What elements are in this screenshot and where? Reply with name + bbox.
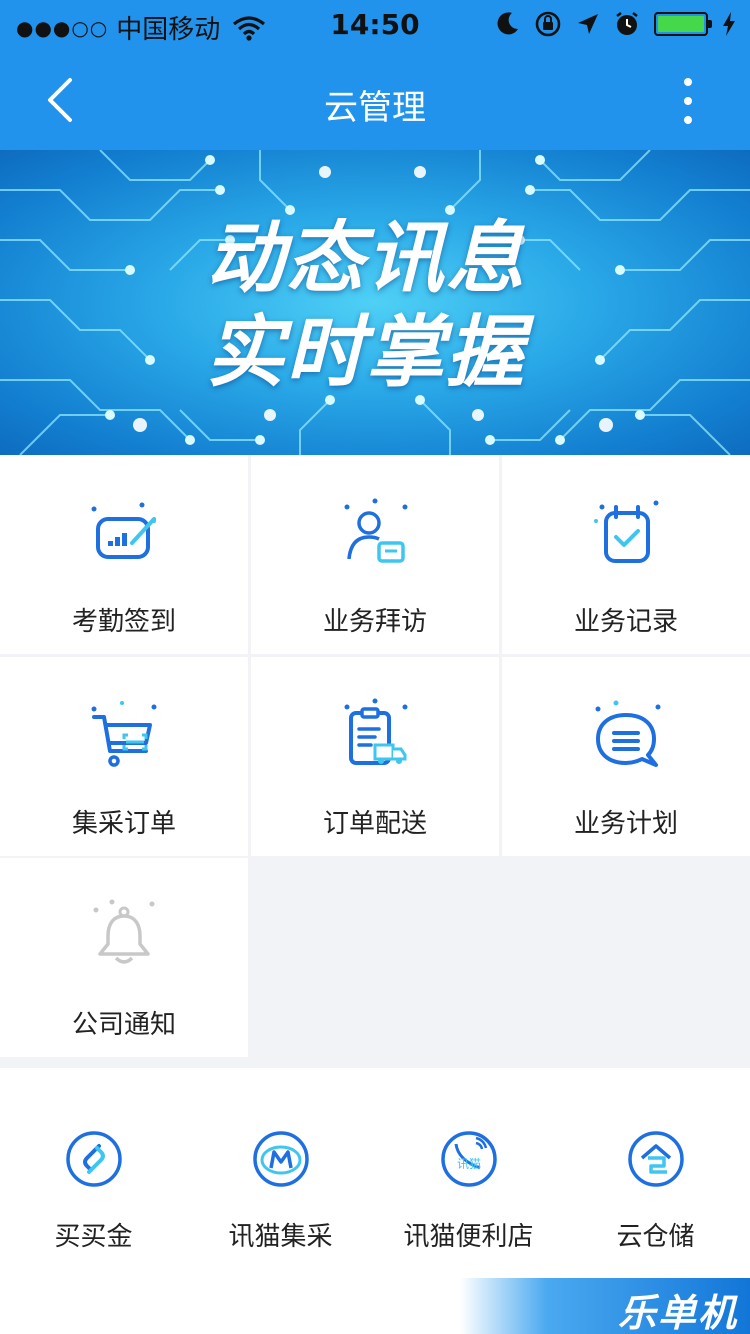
grid-item-visit[interactable]: 业务拜访 [251,455,499,654]
attendance-icon [91,502,156,559]
watermark-text: 乐单机 [617,1291,738,1334]
service-label: 讯猫便利店 [403,1222,534,1252]
bell-icon [93,899,155,964]
charging-icon [723,12,735,36]
delivery-icon [344,698,408,765]
cart-icon [91,701,157,767]
location-arrow-icon [578,14,598,34]
service-label: 买买金 [54,1222,133,1252]
plan-icon [595,700,661,767]
banner-line-1: 动态讯息 [206,214,527,304]
grid-item-delivery[interactable]: 订单配送 [251,657,499,856]
grid-item-attendance[interactable]: 考勤签到 [0,455,248,654]
service-label: 云仓储 [616,1222,695,1252]
moon-icon [497,12,518,35]
grid-item-notice[interactable]: 公司通知 [0,858,248,1057]
cloud-storage-icon [627,1131,684,1187]
grid-item-label: 业务拜访 [322,607,427,637]
grid-item-label: 公司通知 [71,1010,176,1040]
grid-item-plan[interactable]: 业务计划 [502,657,750,856]
alarm-icon [616,12,638,35]
grid-item-label: 考勤签到 [71,607,176,637]
grid-item-label: 集采订单 [71,809,176,839]
xunmao-jicai-icon [252,1131,309,1187]
banner-headline: 动态讯息 实时掌握 [206,212,546,400]
banner[interactable]: 动态讯息 实时掌握 [0,150,750,455]
xunmao-logo-text: 讯猫 [456,1157,480,1171]
service-xunmao-jicai[interactable]: 讯猫集采 [187,1130,374,1253]
service-xunmao-store[interactable]: 讯猫 讯猫便利店 [375,1130,562,1253]
rotation-lock-icon [535,11,561,37]
grid-item-label: 订单配送 [322,809,427,839]
service-label: 讯猫集采 [228,1222,333,1252]
grid-item-cart-order[interactable]: 集采订单 [0,657,248,856]
grid-item-label: 业务记录 [573,607,678,637]
status-icons [496,10,736,38]
service-maimaijin[interactable]: 买买金 [0,1130,187,1253]
xunmao-store-icon: 讯猫 [440,1131,497,1187]
visit-icon [344,498,408,563]
watermark: 乐单机 [460,1278,750,1334]
grid-item-record[interactable]: 业务记录 [502,455,750,654]
battery-icon [654,12,712,36]
service-cloud-storage[interactable]: 云仓储 [562,1130,749,1253]
page-title: 云管理 [324,88,426,128]
top-bar: ●●●○○ 中国移动 14:50 云管理 [0,0,750,150]
maimaijin-icon [65,1131,122,1187]
banner-line-2: 实时掌握 [206,308,527,398]
grid-item-label: 业务计划 [573,809,678,839]
status-bar: ●●●○○ 中国移动 14:50 [0,0,750,50]
more-menu-icon[interactable] [678,76,698,126]
record-icon [594,500,659,563]
